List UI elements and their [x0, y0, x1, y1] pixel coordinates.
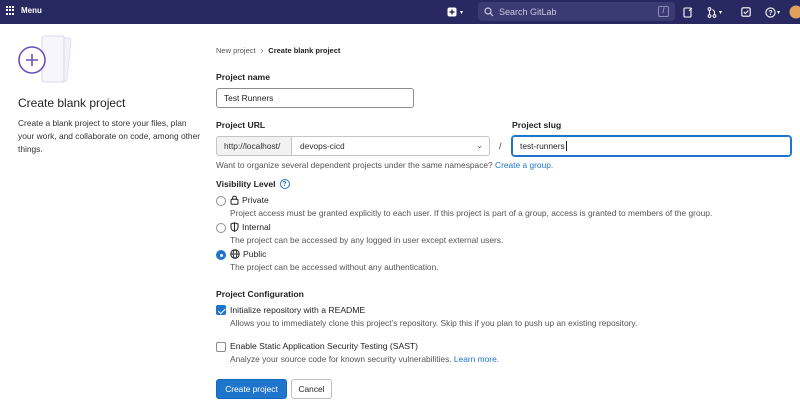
question-icon[interactable]: ? — [279, 179, 290, 189]
project-slug-label: Project slug — [512, 120, 562, 130]
readme-checkbox[interactable] — [216, 305, 226, 315]
sast-desc: Analyze your source code for known secur… — [230, 354, 452, 364]
visibility-internal-radio[interactable] — [216, 223, 226, 233]
visibility-internal-desc: The project can be accessed by any logge… — [230, 235, 504, 245]
namespace-hint-text: Want to organize several dependent proje… — [216, 160, 493, 170]
top-navbar: Menu ▾ Search GitLab / ▾ ? ▾ — [0, 0, 800, 24]
lock-icon — [230, 195, 239, 205]
chevron-down-icon: ⌄ — [476, 141, 483, 150]
svg-text:?: ? — [768, 10, 772, 17]
project-slug-input[interactable]: test-runners — [512, 136, 791, 156]
project-name-value: Test Runners — [224, 93, 274, 103]
avatar[interactable] — [789, 4, 800, 20]
sast-label: Enable Static Application Security Testi… — [230, 341, 419, 351]
search-shortcut-key: / — [658, 6, 669, 17]
search-input[interactable]: Search GitLab / — [478, 2, 675, 21]
search-icon — [484, 6, 494, 16]
project-name-label: Project name — [216, 72, 270, 82]
todo-icon[interactable] — [740, 4, 752, 20]
url-prefix: http://localhost/ — [216, 136, 292, 156]
sast-checkbox[interactable] — [216, 342, 226, 352]
learn-more-link[interactable]: Learn more. — [454, 354, 499, 364]
namespace-value: devops-cicd — [300, 141, 345, 151]
visibility-private-desc: Project access must be granted explicitl… — [230, 208, 713, 218]
page-title: Create blank project — [18, 96, 126, 110]
blank-project-illustration — [18, 35, 72, 83]
visibility-private-label: Private — [242, 195, 269, 205]
breadcrumb: New project › Create blank project — [216, 46, 340, 55]
visibility-public-title: Public — [230, 249, 266, 259]
chevron-down-icon[interactable]: ▾ — [460, 4, 463, 20]
search-placeholder: Search GitLab — [499, 6, 557, 17]
visibility-private-radio[interactable] — [216, 196, 226, 206]
text-caret — [565, 141, 567, 151]
project-name-input[interactable]: Test Runners — [216, 88, 414, 108]
chevron-down-icon[interactable]: ▾ — [777, 4, 780, 20]
namespace-hint: Want to organize several dependent proje… — [216, 160, 553, 170]
visibility-internal-title: Internal — [230, 222, 271, 232]
visibility-level-label: Visibility Level — [216, 179, 276, 189]
project-slug-value: test-runners — [520, 141, 565, 151]
chevron-right-icon: › — [260, 46, 264, 55]
readme-desc: Allows you to immediately clone this pro… — [230, 318, 638, 328]
grid-icon — [6, 6, 15, 15]
project-url-label: Project URL — [216, 120, 266, 130]
page-description: Create a blank project to store your fil… — [18, 118, 201, 154]
chevron-down-icon[interactable]: ▾ — [719, 4, 722, 20]
plus-square-icon[interactable] — [446, 4, 458, 20]
visibility-public-desc: The project can be accessed without any … — [230, 262, 439, 272]
merge-request-icon[interactable] — [706, 4, 718, 20]
namespace-select[interactable]: devops-cicd ⌄ — [291, 136, 490, 156]
cancel-button[interactable]: Cancel — [291, 379, 332, 399]
url-prefix-text: http://localhost/ — [224, 141, 281, 151]
visibility-internal-label: Internal — [242, 222, 271, 232]
visibility-public-label: Public — [243, 249, 267, 259]
visibility-level-heading: Visibility Level ? — [216, 179, 290, 189]
breadcrumb-current: Create blank project — [268, 46, 341, 55]
project-configuration-label: Project Configuration — [216, 289, 304, 299]
menu-button[interactable]: Menu — [6, 6, 42, 15]
issues-icon[interactable] — [682, 4, 694, 20]
readme-label: Initialize repository with a README — [230, 305, 366, 315]
menu-label: Menu — [21, 6, 42, 15]
globe-icon — [230, 249, 240, 259]
sast-desc-row: Analyze your source code for known secur… — [230, 354, 499, 364]
visibility-public-radio[interactable] — [216, 250, 226, 260]
visibility-private-title: Private — [230, 195, 269, 205]
slug-separator: / — [499, 141, 502, 151]
create-group-link[interactable]: Create a group. — [495, 160, 553, 170]
breadcrumb-new-project[interactable]: New project — [216, 46, 256, 55]
help-icon[interactable]: ? — [764, 4, 776, 20]
shield-icon — [230, 222, 239, 232]
create-project-button[interactable]: Create project — [216, 379, 287, 399]
